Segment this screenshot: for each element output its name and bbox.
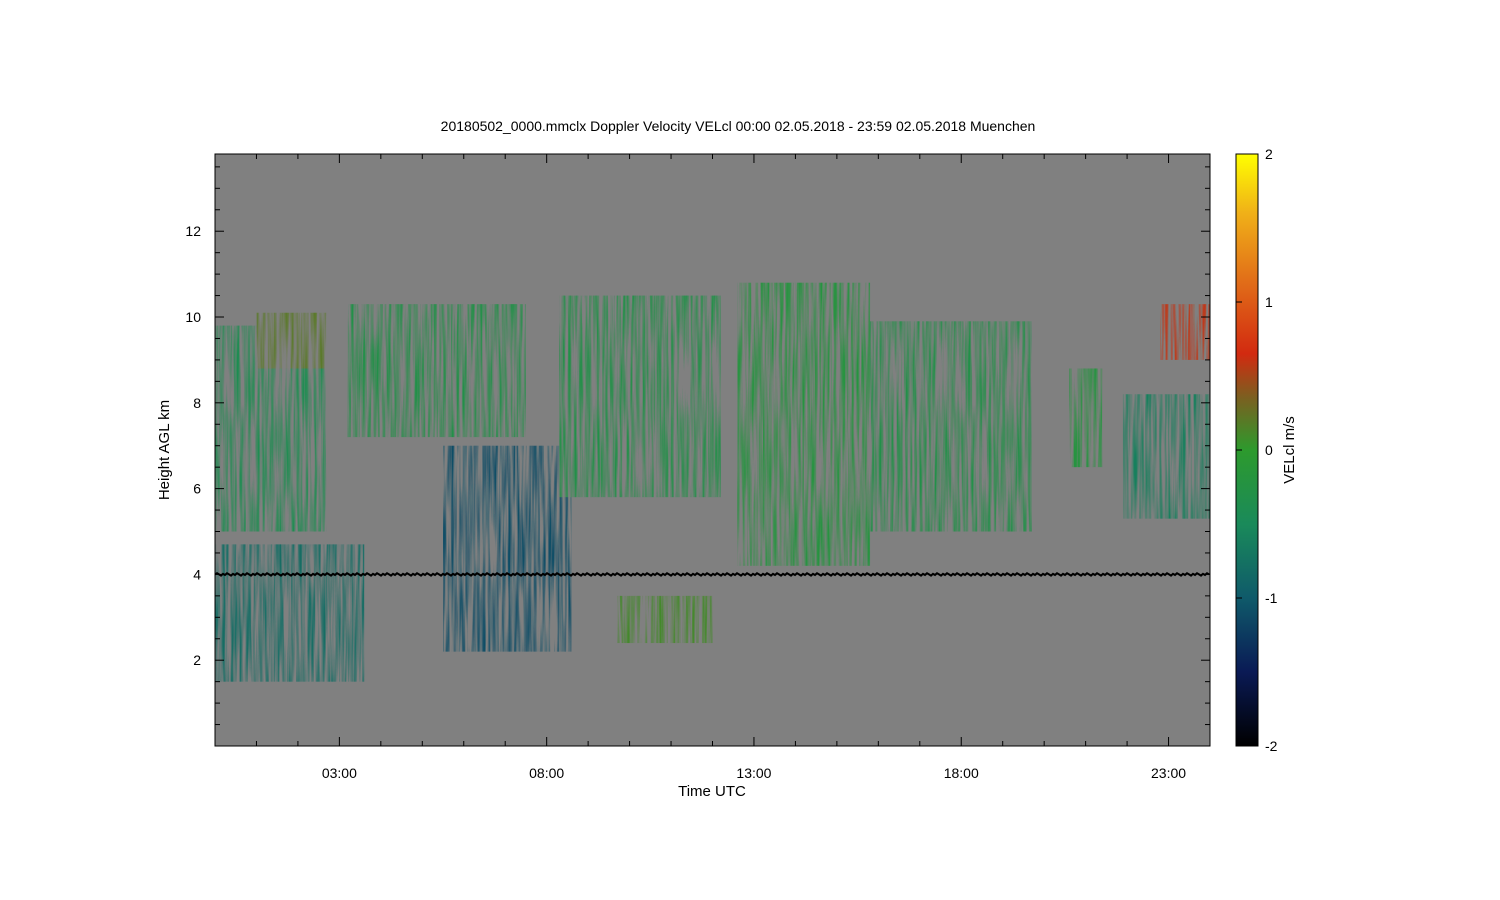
x-tick-label: 03:00: [322, 765, 357, 781]
colorbar-tick-label: 2: [1265, 146, 1273, 162]
x-axis-label: Time UTC: [678, 783, 746, 800]
x-tick-label: 23:00: [1151, 765, 1186, 781]
colorbar-label: VELcl m/s: [1281, 416, 1298, 484]
y-axis-label: Height AGL km: [156, 400, 173, 500]
x-tick-label: 13:00: [736, 765, 771, 781]
y-tick-label: 2: [193, 652, 201, 668]
echo-region-3: [215, 544, 365, 682]
y-tick-label: 6: [193, 481, 201, 497]
echo-region-4: [347, 304, 526, 438]
echo-region-7: [617, 595, 713, 644]
echo-region-6: [559, 295, 721, 498]
echo-region-12: [1160, 304, 1210, 360]
colorbar-tick-label: -2: [1265, 738, 1278, 754]
y-tick-label: 10: [185, 309, 201, 325]
echo-region-9: [870, 321, 1032, 532]
colorbar-tick-label: -1: [1265, 590, 1278, 606]
colorbar-tick-label: 1: [1265, 294, 1273, 310]
echo-region-2: [256, 312, 327, 369]
y-tick-label: 4: [193, 566, 201, 582]
echo-region-8: [737, 282, 871, 566]
echo-region-11: [1122, 394, 1210, 519]
chart-figure: 20180502_0000.mmclx Doppler Velocity VEL…: [156, 118, 1298, 800]
x-tick-label: 08:00: [529, 765, 564, 781]
echo-region-5: [443, 445, 572, 652]
chart-title: 20180502_0000.mmclx Doppler Velocity VEL…: [441, 118, 1036, 134]
colorbar-tick-label: 0: [1265, 442, 1273, 458]
y-tick-label: 12: [185, 223, 201, 239]
x-tick-label: 18:00: [944, 765, 979, 781]
y-tick-label: 8: [193, 395, 201, 411]
echo-region-10: [1069, 368, 1103, 468]
